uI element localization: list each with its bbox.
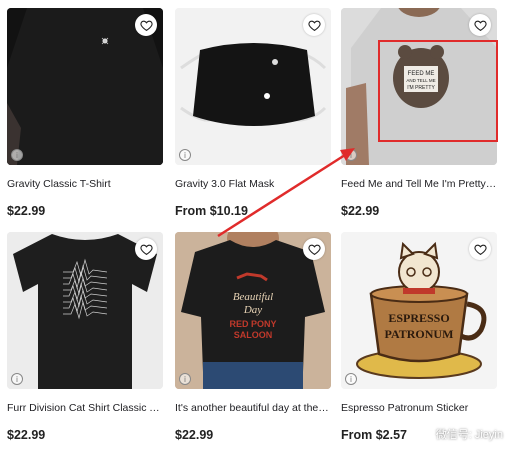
favorite-button[interactable] [135,238,157,260]
product-price: $22.99 [7,204,46,218]
wechat-icon [418,429,432,439]
info-icon[interactable]: i [11,373,23,385]
espresso-text: ESPRESSO [388,311,449,325]
info-icon[interactable]: i [345,149,357,161]
beautiful-text: Beautiful [233,291,273,303]
favorite-button[interactable] [469,14,491,36]
product-price: $22.99 [7,428,46,442]
product-card[interactable]: i Gravity Classic T-Shirt $22.99 [7,8,163,219]
product-card[interactable]: Beautiful Day RED PONY SALOON i It's ano… [175,232,331,443]
heart-icon [139,244,153,255]
patronum-text: PATRONUM [385,327,454,341]
product-title[interactable]: It's another beautiful day at the r… [175,402,331,415]
heart-icon [473,20,487,31]
heart-icon [139,20,153,31]
watermark: 微信号: Jieyin [418,426,503,442]
product-title[interactable]: Furr Division Cat Shirt Classic T-… [7,402,163,415]
watermark-text: 微信号: Jieyin [435,429,503,441]
day-text: Day [243,304,262,316]
favorite-button[interactable] [303,14,325,36]
product-image[interactable]: Beautiful Day RED PONY SALOON i [175,232,331,389]
product-title[interactable]: Gravity 3.0 Flat Mask [175,178,331,191]
product-image[interactable]: i [7,232,163,389]
favorite-button[interactable] [469,238,491,260]
product-image[interactable]: ESPRESSO PATRONUM i [341,232,497,389]
info-icon[interactable]: i [179,149,191,161]
heart-icon [307,20,321,31]
highlight-box [378,40,498,142]
product-image[interactable]: i [7,8,163,165]
product-card[interactable]: ESPRESSO PATRONUM i Espresso Patronum St… [341,232,497,443]
product-image[interactable]: i [175,8,331,165]
favorite-button[interactable] [303,238,325,260]
heart-icon [473,244,487,255]
red-pony-text: RED PONY [229,319,276,329]
product-title[interactable]: Espresso Patronum Sticker [341,402,497,415]
info-icon[interactable]: i [11,149,23,161]
product-title[interactable]: Gravity Classic T-Shirt [7,178,163,191]
info-icon[interactable]: i [179,373,191,385]
heart-icon [307,244,321,255]
saloon-text: SALOON [234,330,273,340]
product-price: $22.99 [175,428,214,442]
product-price: From $10.19 [175,204,248,218]
product-price: $22.99 [341,204,380,218]
info-icon[interactable]: i [345,373,357,385]
product-card[interactable]: i Furr Division Cat Shirt Classic T-… $2… [7,232,163,443]
favorite-button[interactable] [135,14,157,36]
product-title[interactable]: Feed Me and Tell Me I'm Pretty B… [341,178,497,191]
product-card[interactable]: i Gravity 3.0 Flat Mask From $10.19 [175,8,331,219]
